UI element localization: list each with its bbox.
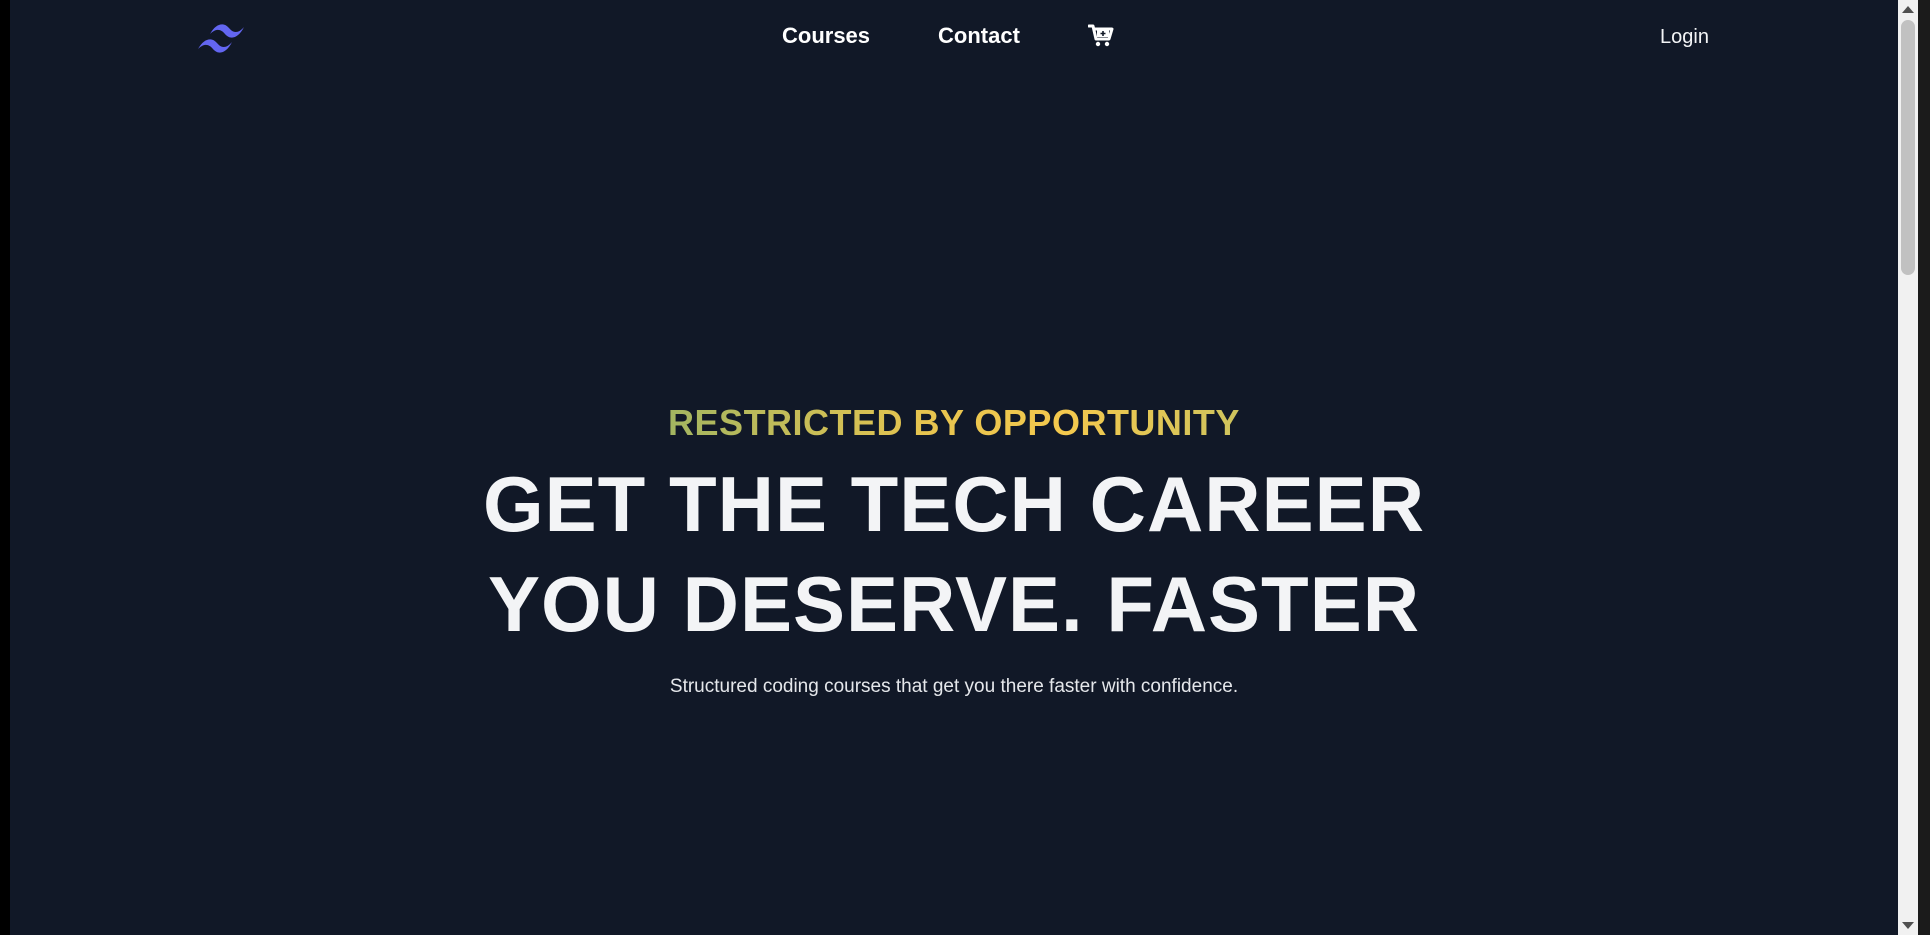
- browser-viewport: Courses Contact Login RESTRICTED BY OPPO…: [10, 0, 1898, 935]
- nav-link-contact[interactable]: Contact: [938, 23, 1020, 49]
- scrollbar-thumb[interactable]: [1901, 20, 1915, 275]
- tailwind-wave-logo-icon[interactable]: [196, 18, 254, 58]
- hero-eyebrow: RESTRICTED BY OPPORTUNITY: [668, 396, 1240, 450]
- hero-headline: GET THE TECH CAREER YOU DESERVE. FASTER: [10, 454, 1898, 654]
- login-link[interactable]: Login: [1660, 26, 1709, 49]
- top-navbar: Courses Contact Login: [10, 0, 1898, 80]
- hero-headline-line-2: YOU DESERVE. FASTER: [487, 560, 1421, 648]
- nav-link-courses[interactable]: Courses: [782, 23, 870, 49]
- shopping-cart-icon[interactable]: [1087, 22, 1118, 50]
- hero-section: RESTRICTED BY OPPORTUNITY GET THE TECH C…: [10, 396, 1898, 702]
- hero-headline-line-1: GET THE TECH CAREER: [482, 460, 1426, 548]
- nav-links: Courses Contact: [782, 22, 1118, 50]
- scroll-down-arrow-icon[interactable]: [1902, 922, 1914, 929]
- hero-subtitle: Structured coding courses that get you t…: [669, 676, 1239, 697]
- vertical-scrollbar[interactable]: [1898, 0, 1918, 935]
- desktop-edge: [1918, 0, 1930, 935]
- scroll-up-arrow-icon[interactable]: [1902, 6, 1914, 13]
